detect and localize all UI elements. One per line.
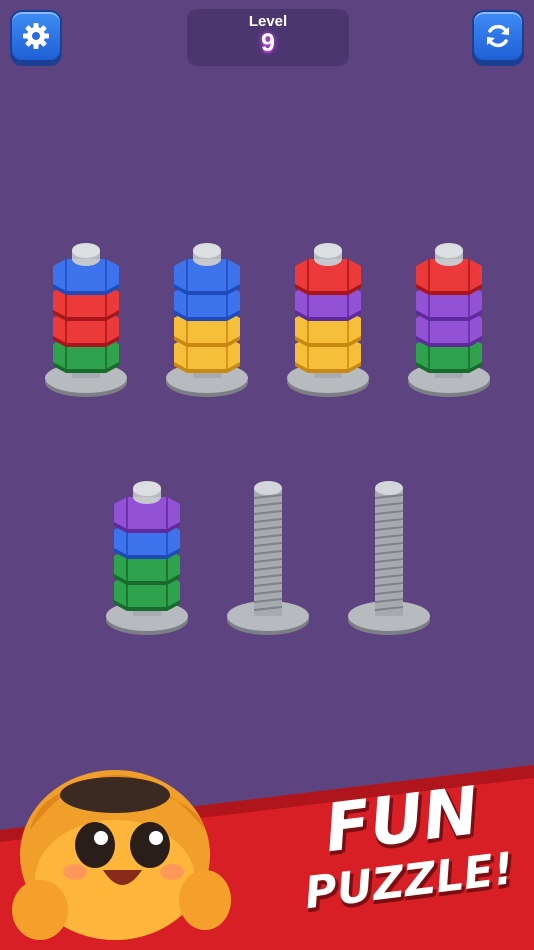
bolt-stack[interactable] (166, 243, 248, 397)
mascot-character (12, 770, 231, 940)
bolt-stack[interactable] (106, 481, 188, 635)
bolt-stack[interactable] (287, 243, 369, 397)
bolt-stack[interactable] (348, 481, 430, 635)
bolt-stack[interactable] (45, 243, 127, 397)
bolt-stack[interactable] (408, 243, 490, 397)
bolt-stack[interactable] (227, 481, 309, 635)
game-board (45, 243, 490, 635)
